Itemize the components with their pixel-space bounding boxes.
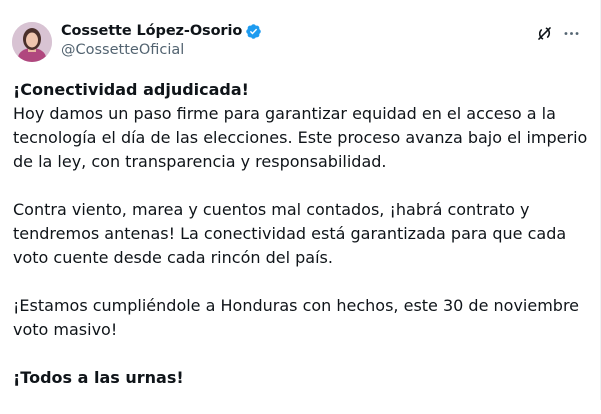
author-handle[interactable]: @CossetteOficial [61,42,262,58]
name-row: Cossette López-Osorio [61,21,262,41]
tweet-paragraph: ¡Estamos cumpliéndole a Honduras con hec… [13,294,588,342]
verified-badge-icon[interactable] [245,23,262,40]
tweet-paragraph: Contra viento, marea y cuentos mal conta… [13,198,588,270]
tweet-line: Hoy damos un paso firme para garantizar … [13,104,556,123]
tweet-paragraph-intro: ¡Conectividad adjudicada! Hoy damos un p… [13,78,588,174]
tweet-headline: ¡Conectividad adjudicada! [13,80,249,99]
avatar[interactable] [12,22,52,62]
tweet-header: Cossette López-Osorio @CossetteOficial [12,18,589,66]
tweet-line: de la ley, con transparencia y responsab… [13,152,387,171]
tweet-line: voto masivo! [13,320,118,339]
tweet-line: voto cuente desde cada rincón del país. [13,248,333,267]
tweet-line: ¡Estamos cumpliéndole a Honduras con hec… [13,296,580,315]
display-name[interactable]: Cossette López-Osorio [61,23,242,39]
tweet-paragraph-closing: ¡Todos a las urnas! [13,366,588,390]
more-horizontal-icon[interactable] [560,22,582,44]
tweet-text: ¡Conectividad adjudicada! Hoy damos un p… [13,78,588,414]
tweet-line: tendremos antenas! La conectividad está … [13,224,567,243]
grok-icon[interactable] [533,22,555,44]
tweet-line: Contra viento, marea y cuentos mal conta… [13,200,530,219]
tweet-card[interactable]: Cossette López-Osorio @CossetteOficial ¡… [0,0,601,400]
author-block: Cossette López-Osorio @CossetteOficial [61,21,262,58]
tweet-closing: ¡Todos a las urnas! [13,368,184,387]
tweet-line: tecnología el día de las elecciones. Est… [13,128,588,147]
